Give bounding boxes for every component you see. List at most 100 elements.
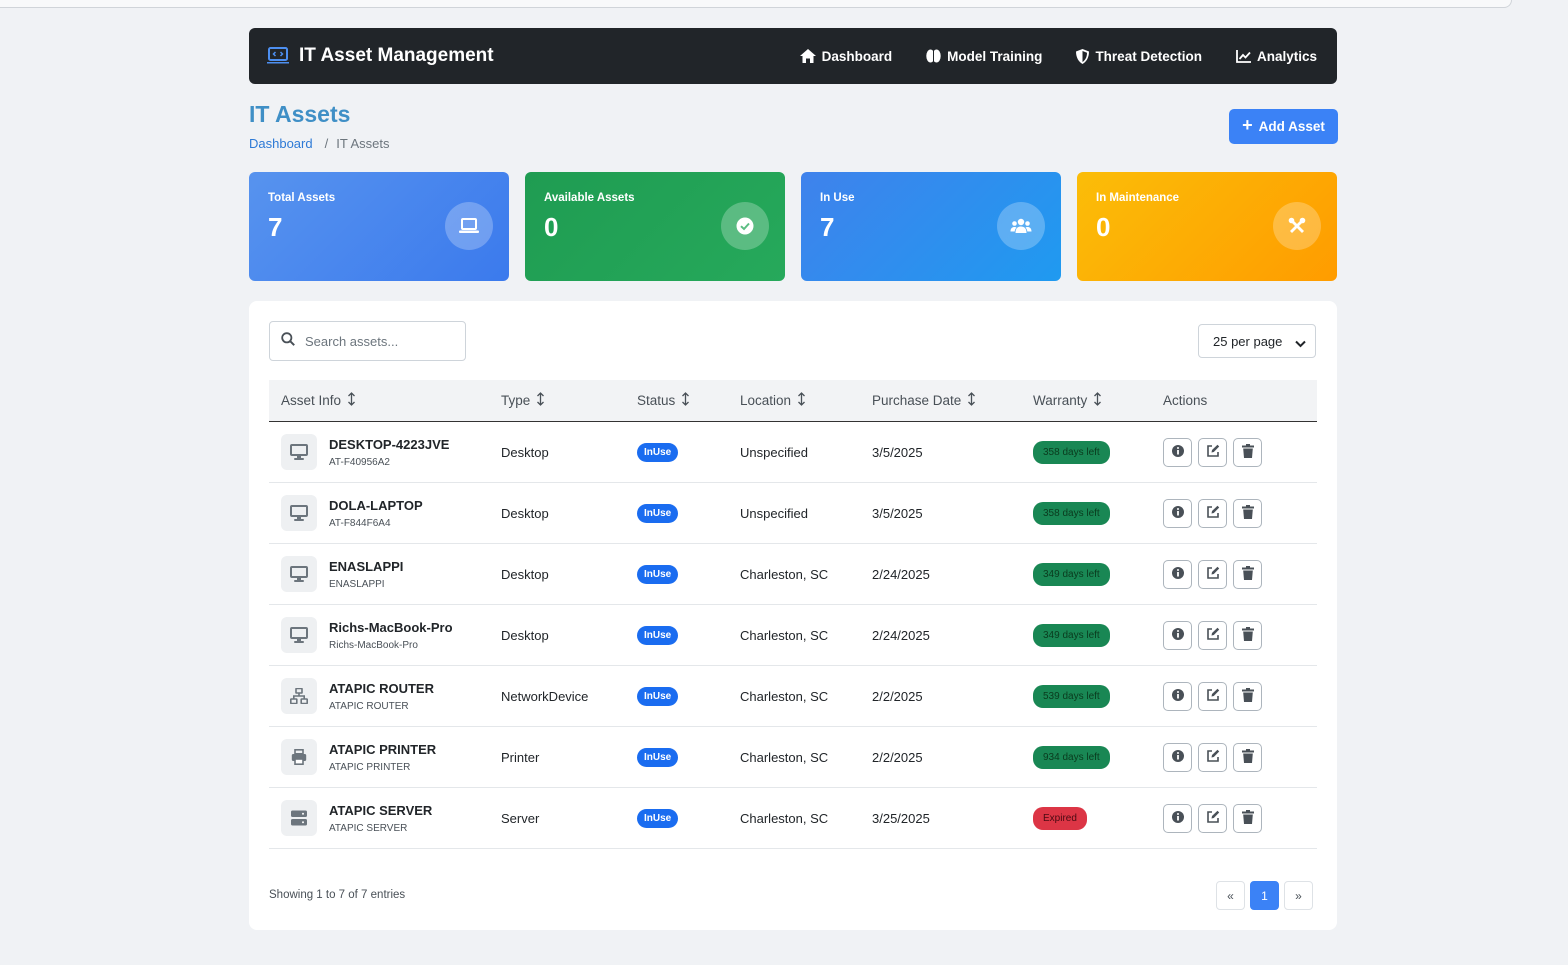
asset-info[interactable]: ATAPIC ROUTER ATAPIC ROUTER — [281, 678, 501, 714]
status-badge: InUse — [637, 442, 679, 462]
nav-threat-detection[interactable]: Threat Detection — [1076, 48, 1202, 64]
pagination-prev[interactable]: « — [1216, 881, 1245, 910]
breadcrumb-dashboard-link[interactable]: Dashboard — [249, 136, 313, 151]
view-details-button[interactable] — [1163, 742, 1192, 772]
browser-edge — [0, 0, 1512, 8]
view-details-button[interactable] — [1163, 681, 1192, 711]
delete-button[interactable] — [1233, 620, 1262, 650]
edit-button[interactable] — [1198, 620, 1227, 650]
search-input[interactable] — [305, 333, 455, 349]
status-badge: InUse — [637, 747, 679, 767]
delete-button[interactable] — [1233, 742, 1262, 772]
page-title: IT Assets — [249, 101, 351, 127]
brain-icon — [926, 49, 941, 63]
navbar: IT Asset Management Dashboard Model Trai… — [249, 28, 1337, 84]
network-icon — [281, 678, 317, 714]
delete-button[interactable] — [1233, 681, 1262, 711]
purchase-date: 3/5/2025 — [872, 505, 923, 521]
col-purchase-date[interactable]: Purchase Date — [872, 392, 1033, 409]
asset-info[interactable]: DESKTOP-4223JVE AT-F40956A2 — [281, 434, 501, 470]
edit-button[interactable] — [1198, 559, 1227, 589]
shield-icon — [1076, 48, 1090, 64]
edit-button[interactable] — [1198, 437, 1227, 467]
search-box[interactable] — [269, 321, 466, 361]
entries-info: Showing 1 to 7 of 7 entries — [269, 889, 406, 901]
users-icon — [997, 202, 1045, 250]
col-type[interactable]: Type — [501, 392, 637, 409]
asset-type: Printer — [501, 749, 540, 765]
delete-button[interactable] — [1233, 437, 1262, 467]
delete-button[interactable] — [1233, 803, 1262, 833]
col-asset-info[interactable]: Asset Info — [269, 392, 501, 409]
sort-icon — [347, 392, 356, 409]
plus-icon: + — [1242, 115, 1253, 135]
asset-info[interactable]: DOLA-LAPTOP AT-F844F6A4 — [281, 495, 501, 531]
trash-icon — [1241, 809, 1254, 827]
add-asset-button[interactable]: + Add Asset — [1229, 109, 1338, 144]
nav-model-training-label: Model Training — [947, 48, 1043, 64]
per-page-select[interactable]: 25 per page — [1198, 324, 1316, 358]
edit-icon — [1206, 749, 1220, 766]
breadcrumb-current: IT Assets — [336, 136, 390, 151]
asset-info[interactable]: ATAPIC PRINTER ATAPIC PRINTER — [281, 739, 501, 775]
nav-threat-detection-label: Threat Detection — [1095, 48, 1202, 64]
pagination-page-1[interactable]: 1 — [1250, 881, 1279, 910]
delete-button[interactable] — [1233, 559, 1262, 589]
asset-name: DESKTOP-4223JVE — [329, 436, 450, 452]
brand[interactable]: IT Asset Management — [267, 45, 494, 67]
asset-info[interactable]: ATAPIC SERVER ATAPIC SERVER — [281, 800, 501, 836]
view-details-button[interactable] — [1163, 620, 1192, 650]
assets-table: Asset Info Type Status Location Purchase… — [269, 380, 1317, 849]
purchase-date: 2/24/2025 — [872, 566, 930, 582]
warranty-badge: 349 days left — [1033, 623, 1110, 647]
sort-icon — [536, 392, 545, 409]
stat-card-total-assets: Total Assets 7 — [249, 172, 509, 281]
col-warranty[interactable]: Warranty — [1033, 392, 1163, 409]
warranty-badge: 934 days left — [1033, 745, 1110, 769]
edit-button[interactable] — [1198, 498, 1227, 528]
purchase-date: 2/2/2025 — [872, 688, 923, 704]
edit-button[interactable] — [1198, 742, 1227, 772]
stat-card-available-assets: Available Assets 0 — [525, 172, 785, 281]
col-label: Actions — [1163, 393, 1208, 408]
app-title: IT Asset Management — [299, 45, 494, 66]
asset-name: ATAPIC PRINTER — [329, 741, 437, 757]
view-details-button[interactable] — [1163, 498, 1192, 528]
info-circle-icon — [1171, 444, 1185, 461]
table-header: Asset Info Type Status Location Purchase… — [269, 380, 1317, 422]
asset-location: Charleston, SC — [740, 627, 829, 643]
col-location[interactable]: Location — [740, 392, 872, 409]
col-status[interactable]: Status — [637, 392, 740, 409]
edit-button[interactable] — [1198, 681, 1227, 711]
sort-icon — [797, 392, 806, 409]
view-details-button[interactable] — [1163, 803, 1192, 833]
asset-info[interactable]: ENASLAPPI ENASLAPPI — [281, 556, 501, 592]
asset-type: Desktop — [501, 444, 549, 460]
laptop-code-icon — [267, 47, 289, 65]
view-details-button[interactable] — [1163, 437, 1192, 467]
asset-type: Desktop — [501, 505, 549, 521]
stat-label: In Maintenance — [1096, 192, 1180, 204]
asset-location: Unspecified — [740, 505, 808, 521]
asset-name: ATAPIC SERVER — [329, 802, 433, 818]
nav-model-training[interactable]: Model Training — [926, 49, 1042, 64]
asset-info[interactable]: Richs-MacBook-Pro Richs-MacBook-Pro — [281, 617, 501, 653]
warranty-badge: 358 days left — [1033, 501, 1110, 525]
nav-links: Dashboard Model Training Threat Detectio… — [799, 48, 1319, 64]
nav-dashboard[interactable]: Dashboard — [799, 49, 892, 64]
edit-icon — [1206, 505, 1220, 522]
asset-location: Charleston, SC — [740, 688, 829, 704]
per-page-value: 25 per page — [1213, 333, 1283, 349]
info-circle-icon — [1171, 688, 1185, 705]
asset-name: ENASLAPPI — [329, 558, 404, 574]
view-details-button[interactable] — [1163, 559, 1192, 589]
nav-analytics-label: Analytics — [1256, 48, 1317, 64]
pagination-next[interactable]: » — [1284, 881, 1313, 910]
chart-line-icon — [1236, 49, 1251, 63]
delete-button[interactable] — [1233, 498, 1262, 528]
status-badge: InUse — [637, 503, 679, 523]
edit-icon — [1206, 810, 1220, 827]
edit-button[interactable] — [1198, 803, 1227, 833]
trash-icon — [1241, 565, 1254, 583]
nav-analytics[interactable]: Analytics — [1236, 49, 1317, 64]
